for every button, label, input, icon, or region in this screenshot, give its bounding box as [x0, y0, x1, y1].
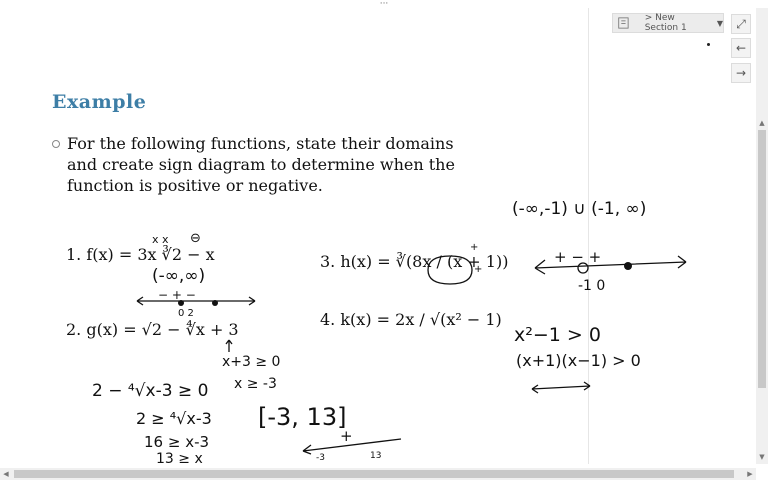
- small-line: [531, 381, 591, 394]
- ink-sd3-nums: -1 0: [578, 278, 605, 294]
- scroll-up-icon[interactable]: ▲: [756, 118, 768, 128]
- ink-line-left: -3: [316, 453, 325, 463]
- ink-axis-signs: − + −: [158, 288, 196, 302]
- ink-domain-1: (-∞,∞): [152, 266, 205, 286]
- section-label: > New Section 1: [644, 13, 687, 33]
- ink-circle: [427, 255, 473, 285]
- sign-line-1: [136, 296, 256, 306]
- chevron-down-icon: ▼: [716, 18, 723, 28]
- ink-sd3-signs: + − +: [554, 248, 601, 266]
- ink-line-right: 13: [370, 451, 381, 461]
- ink-step3: 16 ≥ x-3: [144, 433, 209, 451]
- horizontal-scroll-thumb[interactable]: [14, 470, 734, 478]
- section-selector[interactable]: > New Section 1 ▼: [612, 13, 724, 33]
- ink-domain-3: (-∞,-1) ∪ (-1, ∞): [512, 199, 646, 219]
- ink-h-plus2: +: [474, 264, 482, 275]
- arrow-up: [225, 339, 233, 352]
- expand-button[interactable]: ⤢: [731, 14, 751, 34]
- ink-xge: x ≥ -3: [234, 376, 277, 392]
- closed-dot: [624, 262, 632, 270]
- forward-button[interactable]: →: [731, 63, 751, 83]
- ink-ineq-2: (x+1)(x−1) > 0: [516, 351, 641, 370]
- cursor-dot: [707, 43, 710, 46]
- vertical-scroll-thumb[interactable]: [758, 130, 766, 388]
- ink-xx: x x: [152, 233, 169, 246]
- ink-step1: 2 − ⁴√x-3 ≥ 0: [92, 381, 208, 401]
- ink-ineq-1: x²−1 > 0: [514, 324, 601, 346]
- ink-minus-circle: ⊖: [190, 231, 201, 246]
- page-icon: [618, 17, 629, 29]
- ink-x3: x+3 ≥ 0: [222, 354, 280, 370]
- handwriting-layer: x x ⊖ (-∞,∞) − + − 0 2 x+3 ≥ 0 x ≥ -3 2 …: [92, 199, 687, 464]
- scroll-left-icon[interactable]: ◀: [0, 468, 12, 480]
- ink-interval: [-3, 13]: [258, 403, 346, 431]
- ink-step2: 2 ≥ ⁴√x-3: [136, 409, 212, 428]
- back-button[interactable]: ←: [731, 38, 751, 58]
- ink-plus: +: [340, 427, 353, 445]
- scroll-down-icon[interactable]: ▼: [756, 452, 768, 462]
- ink-axis-nums: 0 2: [178, 308, 194, 319]
- ink-h-plus: +: [470, 242, 478, 253]
- scroll-right-icon[interactable]: ▶: [744, 468, 756, 480]
- dot: [212, 300, 218, 306]
- ink-step4: 13 ≥ x: [156, 451, 203, 464]
